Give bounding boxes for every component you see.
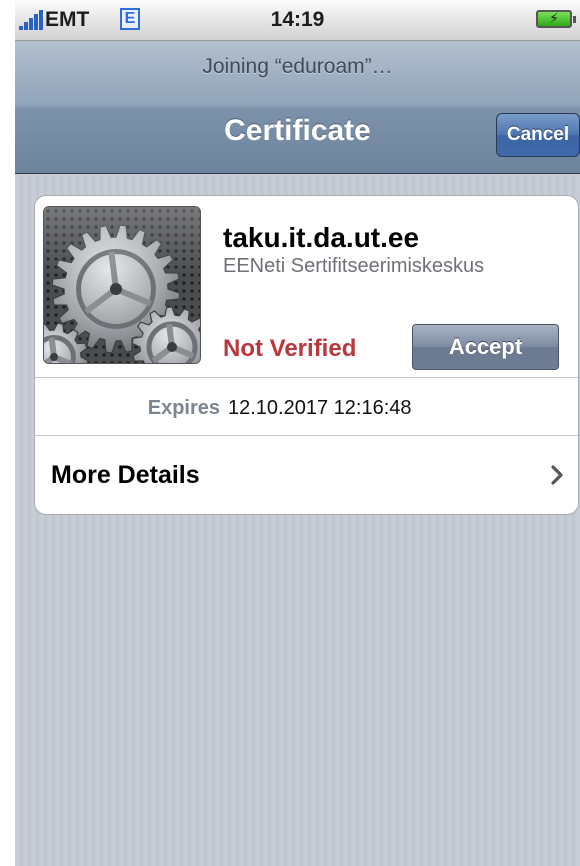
verification-status: Not Verified (223, 335, 357, 362)
certificate-card: taku.it.da.ut.ee EENeti Sertifitseerimis… (34, 195, 579, 515)
charging-bolt-icon: ⚡ (549, 10, 559, 26)
more-details-row[interactable]: More Details (35, 436, 578, 514)
navigation-bar: Joining “eduroam”… Certificate Cancel (15, 41, 580, 174)
nav-prompt: Joining “eduroam”… (202, 55, 393, 78)
accept-button[interactable]: Accept (412, 324, 559, 370)
status-bar: EMT E 14:19 ⚡ (15, 0, 580, 41)
status-time: 14:19 (270, 8, 325, 31)
more-details-label: More Details (51, 461, 200, 489)
expires-label: Expires (147, 397, 220, 419)
phone-screen: EMT E 14:19 ⚡ Joining “eduroam”… Certifi… (15, 0, 580, 866)
certificate-host: taku.it.da.ut.ee (223, 222, 420, 253)
cancel-button[interactable]: Cancel (496, 113, 580, 157)
certificate-issuer: EENeti Sertifitseerimiskeskus (223, 255, 485, 277)
divider (35, 377, 578, 378)
battery-charging-icon: ⚡ (536, 10, 576, 28)
expires-value: 12.10.2017 12:16:48 (228, 397, 412, 419)
chevron-right-icon (551, 465, 563, 485)
gear-settings-icon (43, 206, 201, 364)
